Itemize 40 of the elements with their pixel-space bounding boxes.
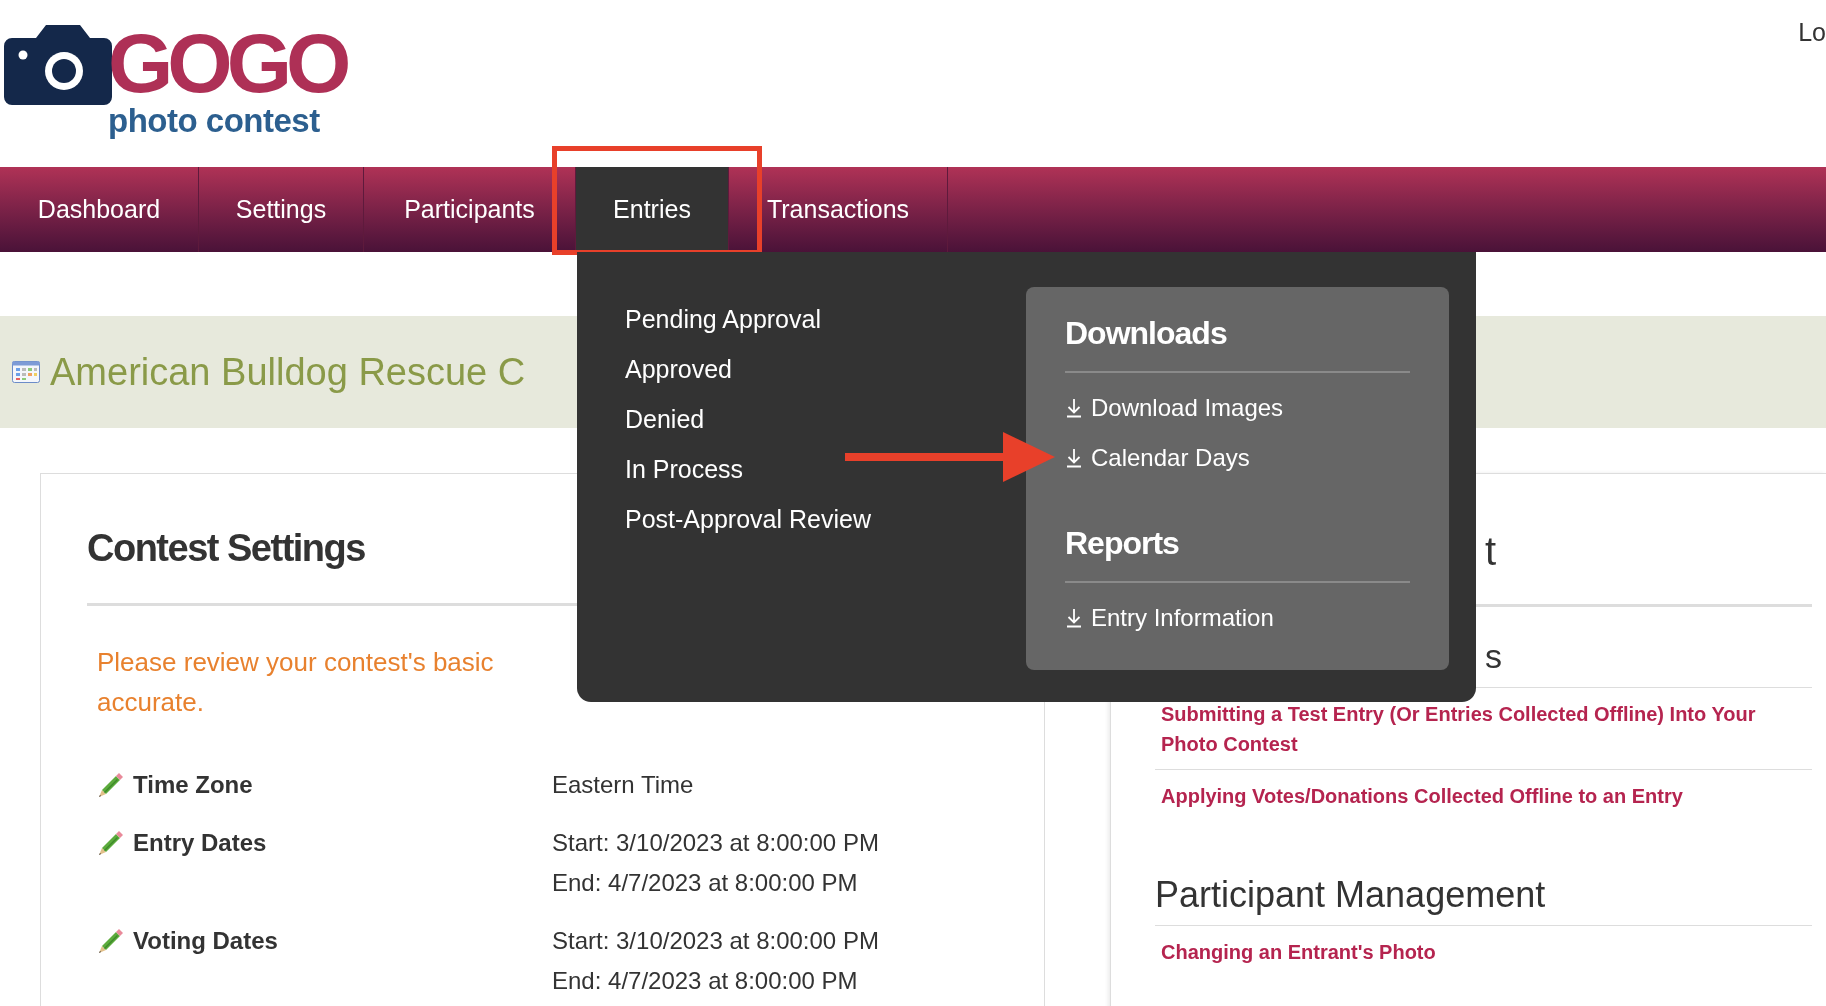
- download-icon: [1065, 448, 1083, 468]
- calendar-icon: [12, 361, 40, 383]
- pencil-icon[interactable]: [97, 829, 125, 857]
- download-icon: [1065, 398, 1083, 418]
- panel-heading: Downloads: [1065, 314, 1228, 353]
- setting-value: Start: 3/10/2023 at 8:00:00 PM: [552, 828, 879, 858]
- panel-heading: Reports: [1065, 524, 1180, 563]
- card-title: Contest Settings: [87, 526, 366, 571]
- menu-item[interactable]: Approved: [625, 345, 733, 395]
- nav-tab[interactable]: Entries: [576, 167, 729, 252]
- logo-tagline: photo contest: [108, 103, 321, 139]
- pencil-icon[interactable]: [97, 771, 125, 799]
- download-link[interactable]: Download Images: [1065, 383, 1284, 433]
- help-link[interactable]: Submitting a Test Entry (Or Entries Collected Offline) Into Your Photo Contest: [1155, 699, 1812, 759]
- help-link[interactable]: Changing an Entrant's Photo: [1155, 937, 1812, 967]
- setting-value: Eastern Time: [552, 770, 694, 800]
- setting-label: Voting Dates: [133, 926, 278, 956]
- contest-title: American Bulldog Rescue C: [50, 349, 526, 395]
- setting-label: Entry Dates: [133, 828, 267, 858]
- download-link[interactable]: Calendar Days: [1065, 433, 1250, 483]
- setting-value: End: 4/7/2023 at 8:00:00 PM: [552, 966, 859, 996]
- download-link[interactable]: Entry Information: [1065, 593, 1274, 643]
- nav-tab[interactable]: Settings: [199, 167, 364, 252]
- nav-tab[interactable]: Dashboard: [0, 167, 199, 252]
- menu-item[interactable]: Pending Approval: [625, 295, 821, 345]
- menu-item[interactable]: In Process: [625, 445, 744, 495]
- section-heading: Participant Management: [1155, 873, 1547, 917]
- menu-item[interactable]: Post-Approval Review: [625, 495, 871, 545]
- notice-text: accurate.: [97, 686, 205, 719]
- header-link[interactable]: Lo: [1798, 14, 1826, 50]
- pencil-icon[interactable]: [97, 927, 125, 955]
- menu-item[interactable]: Denied: [625, 395, 705, 445]
- camera-icon: [4, 25, 112, 105]
- notice-text: Please review your contest's basic: [97, 646, 495, 679]
- setting-value: Start: 3/10/2023 at 8:00:00 PM: [552, 926, 879, 956]
- setting-label: Time Zone: [133, 770, 253, 800]
- download-icon: [1065, 608, 1083, 628]
- section-heading: s: [1484, 636, 1503, 676]
- help-link[interactable]: Applying Votes/Donations Collected Offline to an Entry: [1155, 781, 1812, 811]
- setting-value: End: 4/7/2023 at 8:00:00 PM: [552, 868, 859, 898]
